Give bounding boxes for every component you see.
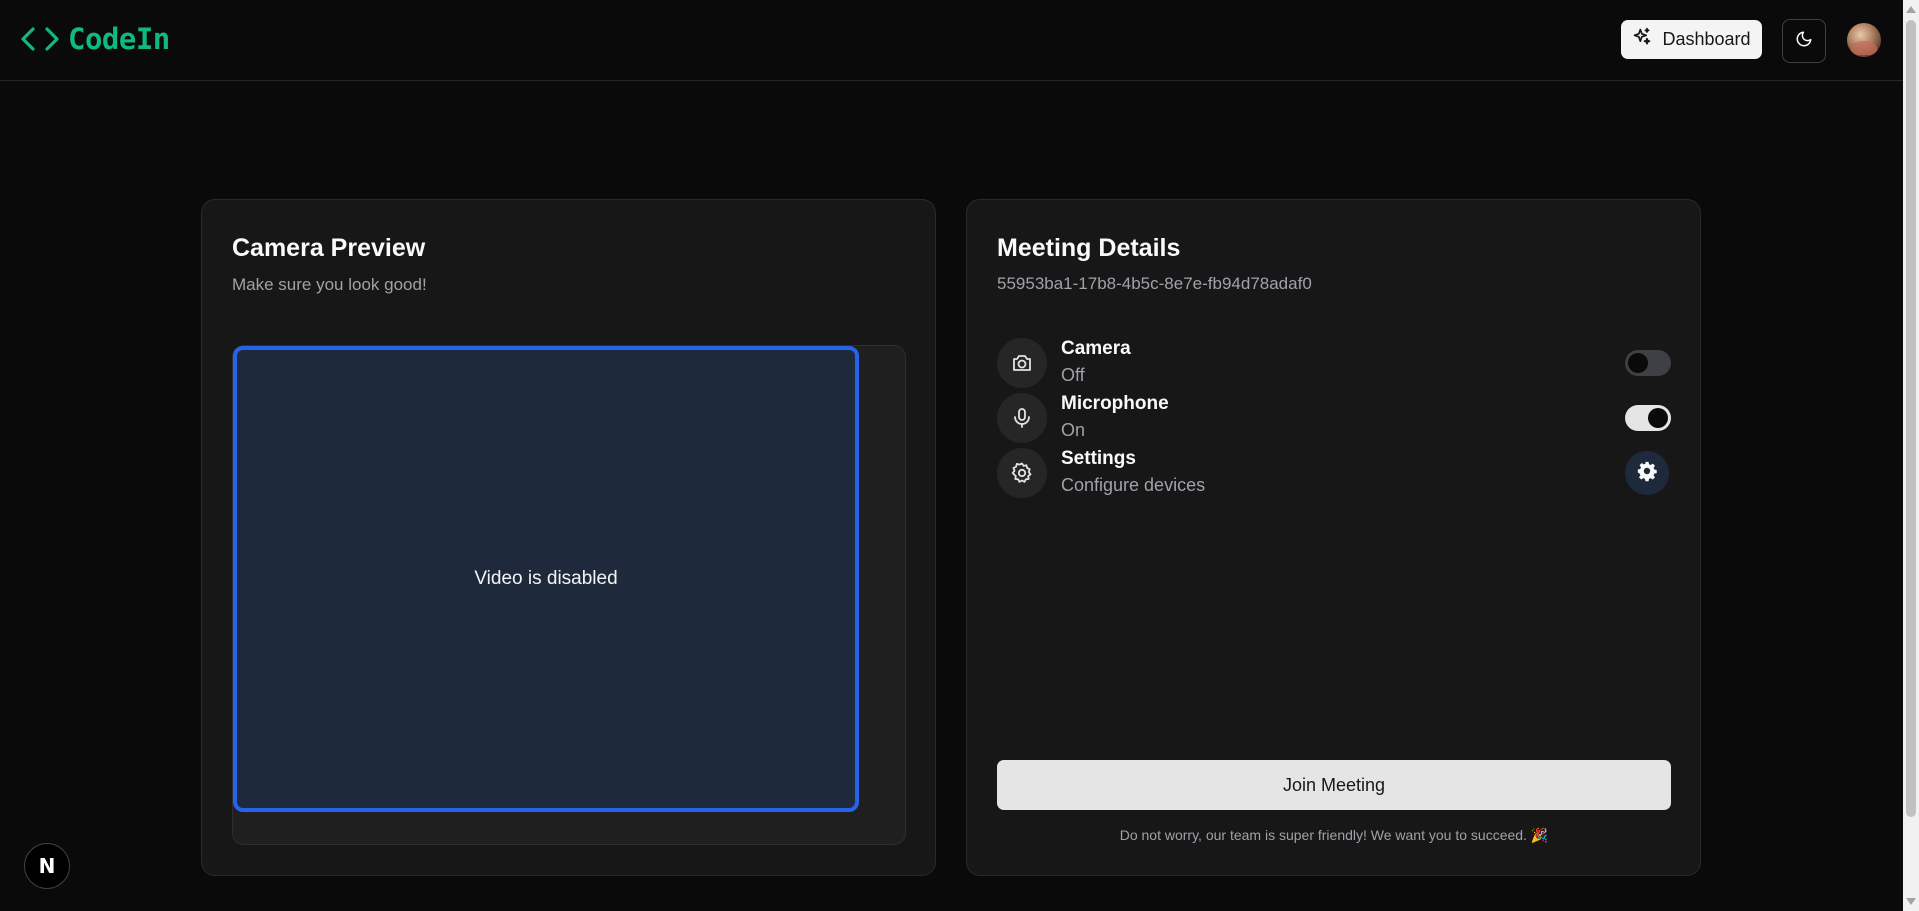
meeting-details-card: Meeting Details 55953ba1-17b8-4b5c-8e7e-…: [966, 199, 1701, 876]
camera-icon: [997, 338, 1047, 388]
microphone-label: Microphone: [1061, 393, 1169, 414]
logo-text: CodeIn: [68, 22, 170, 56]
gear-icon: [997, 448, 1047, 498]
logo[interactable]: CodeIn: [20, 22, 170, 56]
video-status-text: Video is disabled: [474, 568, 618, 589]
video-preview: Video is disabled: [233, 346, 859, 812]
dashboard-button[interactable]: Dashboard: [1621, 20, 1762, 59]
camera-status: Off: [1061, 365, 1085, 385]
camera-preview-title: Camera Preview: [232, 234, 426, 262]
camera-preview-card: Camera Preview Make sure you look good! …: [201, 199, 936, 876]
sparkles-icon: [1632, 27, 1652, 52]
settings-row: Settings Configure devices: [997, 448, 1671, 500]
nextjs-logo-text: N: [38, 854, 56, 878]
camera-preview-subtitle: Make sure you look good!: [232, 275, 427, 294]
camera-label: Camera: [1061, 338, 1131, 359]
microphone-icon: [997, 393, 1047, 443]
microphone-setting-row: Microphone On: [997, 393, 1671, 445]
encouragement-note: Do not worry, our team is super friendly…: [1119, 827, 1549, 843]
toggle-knob: [1648, 408, 1668, 428]
microphone-toggle[interactable]: [1625, 405, 1671, 431]
code-brackets-icon: [20, 24, 60, 54]
camera-setting-row: Camera Off: [997, 338, 1671, 390]
scroll-up-arrow-icon[interactable]: [1906, 6, 1916, 13]
settings-button[interactable]: [1625, 451, 1669, 495]
join-meeting-button[interactable]: Join Meeting: [997, 760, 1671, 810]
scrollbar-thumb[interactable]: [1906, 20, 1916, 817]
user-avatar[interactable]: [1847, 23, 1881, 57]
dashboard-label: Dashboard: [1662, 29, 1751, 49]
toggle-knob: [1628, 353, 1648, 373]
settings-description: Configure devices: [1061, 475, 1206, 495]
microphone-status: On: [1061, 420, 1086, 440]
nextjs-dev-badge[interactable]: N: [24, 843, 70, 889]
page-scrollbar[interactable]: [1903, 0, 1919, 911]
gear-icon: [1636, 460, 1658, 487]
moon-icon: [1795, 30, 1813, 53]
settings-label: Settings: [1061, 448, 1136, 469]
theme-toggle-button[interactable]: [1782, 19, 1826, 63]
meeting-details-title: Meeting Details: [997, 234, 1181, 262]
scroll-down-arrow-icon[interactable]: [1906, 898, 1916, 905]
meeting-id: 55953ba1-17b8-4b5c-8e7e-fb94d78adaf0: [997, 274, 1312, 293]
camera-toggle[interactable]: [1625, 350, 1671, 376]
top-navbar: CodeIn Dashboard: [0, 0, 1903, 81]
